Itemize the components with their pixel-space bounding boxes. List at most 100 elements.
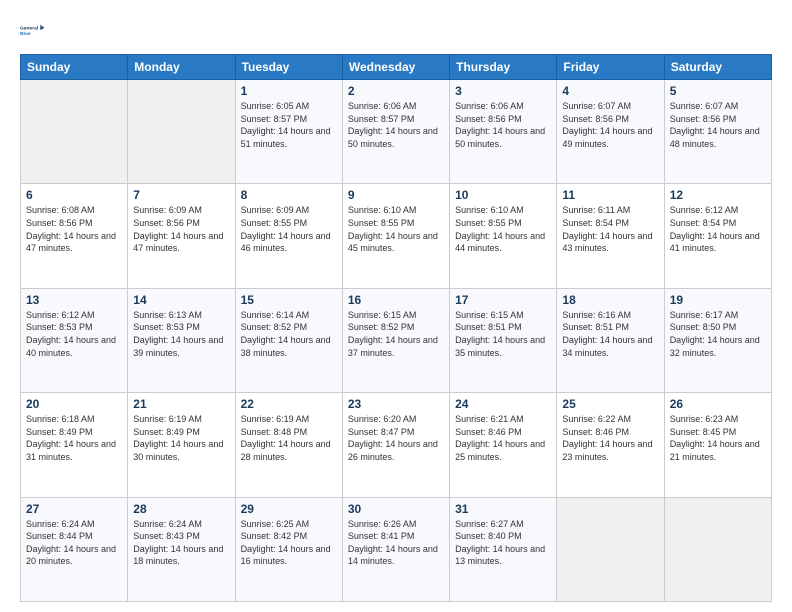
calendar-day-cell [664, 497, 771, 601]
day-number: 11 [562, 188, 658, 202]
day-number: 24 [455, 397, 551, 411]
page-header: GeneralBlue [20, 16, 772, 44]
calendar-day-cell: 12Sunrise: 6:12 AM Sunset: 8:54 PM Dayli… [664, 184, 771, 288]
day-info: Sunrise: 6:11 AM Sunset: 8:54 PM Dayligh… [562, 204, 658, 254]
calendar-day-header: Tuesday [235, 55, 342, 80]
day-number: 3 [455, 84, 551, 98]
day-info: Sunrise: 6:18 AM Sunset: 8:49 PM Dayligh… [26, 413, 122, 463]
day-info: Sunrise: 6:19 AM Sunset: 8:49 PM Dayligh… [133, 413, 229, 463]
day-info: Sunrise: 6:05 AM Sunset: 8:57 PM Dayligh… [241, 100, 337, 150]
day-info: Sunrise: 6:20 AM Sunset: 8:47 PM Dayligh… [348, 413, 444, 463]
day-info: Sunrise: 6:19 AM Sunset: 8:48 PM Dayligh… [241, 413, 337, 463]
calendar-day-cell: 5Sunrise: 6:07 AM Sunset: 8:56 PM Daylig… [664, 80, 771, 184]
calendar-day-cell: 2Sunrise: 6:06 AM Sunset: 8:57 PM Daylig… [342, 80, 449, 184]
day-number: 22 [241, 397, 337, 411]
day-info: Sunrise: 6:10 AM Sunset: 8:55 PM Dayligh… [348, 204, 444, 254]
calendar-day-cell: 7 Sunrise: 6:09 AM Sunset: 8:56 PM Daylig… [128, 184, 235, 288]
day-info: Sunrise: 6:15 AM Sunset: 8:52 PM Dayligh… [348, 309, 444, 359]
calendar-day-cell: 16 Sunrise: 6:15 AM Sunset: 8:52 PM Dayli… [342, 288, 449, 392]
day-info: Sunrise: 6:09 AM Sunset: 8:56 PM Dayligh… [133, 204, 229, 254]
day-number: 14 [133, 293, 229, 307]
logo: GeneralBlue [20, 16, 48, 44]
day-info: Sunrise: 6:15 AM Sunset: 8:51 PM Dayligh… [455, 309, 551, 359]
day-number: 6 [26, 188, 122, 202]
svg-text:Blue: Blue [20, 31, 31, 37]
calendar-week-row: 6 Sunrise: 6:08 AM Sunset: 8:56 PM Daylig… [21, 184, 772, 288]
calendar-day-cell: 15 Sunrise: 6:14 AM Sunset: 8:52 PM Dayli… [235, 288, 342, 392]
calendar-day-cell: 24 Sunrise: 6:21 AM Sunset: 8:46 PM Dayli… [450, 393, 557, 497]
day-number: 19 [670, 293, 766, 307]
calendar-day-cell: 25 Sunrise: 6:22 AM Sunset: 8:46 PM Dayli… [557, 393, 664, 497]
calendar-day-cell: 17Sunrise: 6:15 AM Sunset: 8:51 PM Dayli… [450, 288, 557, 392]
calendar-day-cell [557, 497, 664, 601]
calendar-day-header: Monday [128, 55, 235, 80]
day-number: 29 [241, 502, 337, 516]
day-info: Sunrise: 6:10 AM Sunset: 8:55 PM Dayligh… [455, 204, 551, 254]
calendar-week-row: 1 Sunrise: 6:05 AM Sunset: 8:57 PM Daylig… [21, 80, 772, 184]
day-number: 12 [670, 188, 766, 202]
calendar-day-cell [21, 80, 128, 184]
calendar-table: SundayMondayTuesdayWednesdayThursdayFrid… [20, 54, 772, 602]
calendar-day-cell: 4 Sunrise: 6:07 AM Sunset: 8:56 PM Daylig… [557, 80, 664, 184]
calendar-day-cell: 10 Sunrise: 6:10 AM Sunset: 8:55 PM Dayli… [450, 184, 557, 288]
day-number: 28 [133, 502, 229, 516]
day-info: Sunrise: 6:14 AM Sunset: 8:52 PM Dayligh… [241, 309, 337, 359]
calendar-header-row: SundayMondayTuesdayWednesdayThursdayFrid… [21, 55, 772, 80]
day-number: 9 [348, 188, 444, 202]
day-info: Sunrise: 6:25 AM Sunset: 8:42 PM Dayligh… [241, 518, 337, 568]
calendar-day-cell: 20 Sunrise: 6:18 AM Sunset: 8:49 PM Dayli… [21, 393, 128, 497]
day-info: Sunrise: 6:12 AM Sunset: 8:53 PM Dayligh… [26, 309, 122, 359]
calendar-day-cell: 29 Sunrise: 6:25 AM Sunset: 8:42 PM Dayli… [235, 497, 342, 601]
calendar-day-cell: 18Sunrise: 6:16 AM Sunset: 8:51 PM Dayli… [557, 288, 664, 392]
calendar-week-row: 13 Sunrise: 6:12 AM Sunset: 8:53 PM Dayli… [21, 288, 772, 392]
day-number: 7 [133, 188, 229, 202]
day-number: 27 [26, 502, 122, 516]
day-info: Sunrise: 6:07 AM Sunset: 8:56 PM Dayligh… [562, 100, 658, 150]
day-info: Sunrise: 6:23 AM Sunset: 8:45 PM Dayligh… [670, 413, 766, 463]
calendar-day-cell: 8 Sunrise: 6:09 AM Sunset: 8:55 PM Daylig… [235, 184, 342, 288]
calendar-day-header: Saturday [664, 55, 771, 80]
day-number: 30 [348, 502, 444, 516]
day-info: Sunrise: 6:26 AM Sunset: 8:41 PM Dayligh… [348, 518, 444, 568]
calendar-day-header: Thursday [450, 55, 557, 80]
logo-icon: GeneralBlue [20, 16, 48, 44]
day-info: Sunrise: 6:13 AM Sunset: 8:53 PM Dayligh… [133, 309, 229, 359]
day-info: Sunrise: 6:08 AM Sunset: 8:56 PM Dayligh… [26, 204, 122, 254]
calendar-week-row: 27Sunrise: 6:24 AM Sunset: 8:44 PM Dayli… [21, 497, 772, 601]
day-number: 25 [562, 397, 658, 411]
calendar-day-cell: 13 Sunrise: 6:12 AM Sunset: 8:53 PM Dayli… [21, 288, 128, 392]
calendar-day-cell: 23 Sunrise: 6:20 AM Sunset: 8:47 PM Dayli… [342, 393, 449, 497]
day-number: 8 [241, 188, 337, 202]
calendar-day-cell: 19 Sunrise: 6:17 AM Sunset: 8:50 PM Dayli… [664, 288, 771, 392]
day-number: 31 [455, 502, 551, 516]
day-number: 2 [348, 84, 444, 98]
day-number: 13 [26, 293, 122, 307]
day-number: 20 [26, 397, 122, 411]
day-info: Sunrise: 6:06 AM Sunset: 8:56 PM Dayligh… [455, 100, 551, 150]
calendar-day-cell: 9 Sunrise: 6:10 AM Sunset: 8:55 PM Daylig… [342, 184, 449, 288]
day-info: Sunrise: 6:09 AM Sunset: 8:55 PM Dayligh… [241, 204, 337, 254]
calendar-day-cell [128, 80, 235, 184]
day-number: 16 [348, 293, 444, 307]
calendar-day-cell: 1 Sunrise: 6:05 AM Sunset: 8:57 PM Daylig… [235, 80, 342, 184]
day-number: 4 [562, 84, 658, 98]
calendar-day-cell: 6 Sunrise: 6:08 AM Sunset: 8:56 PM Daylig… [21, 184, 128, 288]
day-number: 15 [241, 293, 337, 307]
calendar-day-cell: 31Sunrise: 6:27 AM Sunset: 8:40 PM Dayli… [450, 497, 557, 601]
calendar-day-cell: 30 Sunrise: 6:26 AM Sunset: 8:41 PM Dayli… [342, 497, 449, 601]
calendar-day-cell: 3 Sunrise: 6:06 AM Sunset: 8:56 PM Daylig… [450, 80, 557, 184]
day-info: Sunrise: 6:22 AM Sunset: 8:46 PM Dayligh… [562, 413, 658, 463]
calendar-day-cell: 28 Sunrise: 6:24 AM Sunset: 8:43 PM Dayli… [128, 497, 235, 601]
calendar-day-header: Friday [557, 55, 664, 80]
calendar-day-header: Sunday [21, 55, 128, 80]
day-info: Sunrise: 6:21 AM Sunset: 8:46 PM Dayligh… [455, 413, 551, 463]
day-number: 23 [348, 397, 444, 411]
day-number: 10 [455, 188, 551, 202]
day-number: 5 [670, 84, 766, 98]
day-info: Sunrise: 6:24 AM Sunset: 8:43 PM Dayligh… [133, 518, 229, 568]
day-info: Sunrise: 6:17 AM Sunset: 8:50 PM Dayligh… [670, 309, 766, 359]
calendar-day-cell: 14 Sunrise: 6:13 AM Sunset: 8:53 PM Dayli… [128, 288, 235, 392]
calendar-day-cell: 22 Sunrise: 6:19 AM Sunset: 8:48 PM Dayli… [235, 393, 342, 497]
calendar-day-cell: 21Sunrise: 6:19 AM Sunset: 8:49 PM Dayli… [128, 393, 235, 497]
day-number: 1 [241, 84, 337, 98]
